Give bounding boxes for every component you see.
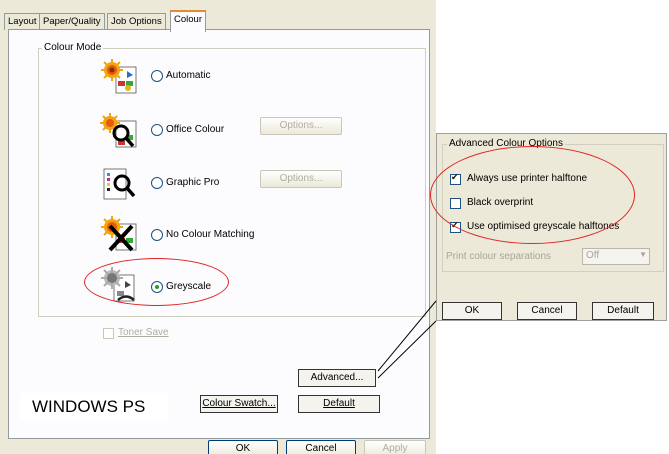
callout-lines xyxy=(377,300,437,379)
tab-colour[interactable]: Colour xyxy=(170,10,206,32)
